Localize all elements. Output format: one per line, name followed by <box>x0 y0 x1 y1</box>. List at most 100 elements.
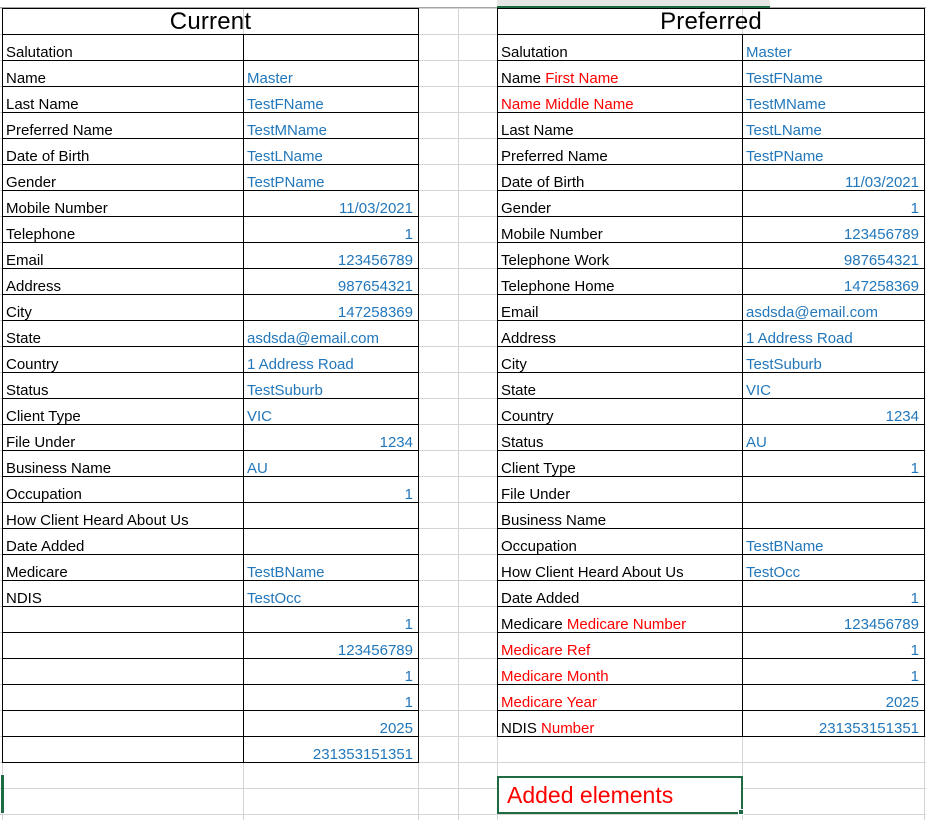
field-value-cell[interactable] <box>243 528 419 555</box>
added-elements-callout[interactable]: Added elements <box>497 776 743 814</box>
field-label-cell[interactable]: Business Name <box>497 502 743 529</box>
field-value-cell[interactable]: 1 <box>243 606 419 633</box>
field-label-cell[interactable] <box>2 606 244 633</box>
field-value-cell[interactable]: 147258369 <box>742 268 925 295</box>
field-label-cell[interactable]: Gender <box>2 164 244 191</box>
field-value-cell[interactable]: TestLName <box>243 138 419 165</box>
field-value-cell[interactable]: 123456789 <box>243 632 419 659</box>
field-label-cell[interactable]: Status <box>2 372 244 399</box>
field-label-cell[interactable]: Date Added <box>497 580 743 607</box>
field-label-cell[interactable]: File Under <box>497 476 743 503</box>
field-label-cell[interactable]: Medicare Year <box>497 684 743 711</box>
field-label-cell[interactable]: Name <box>2 60 244 87</box>
field-label-cell[interactable]: Client Type <box>497 450 743 477</box>
field-value-cell[interactable]: TestLName <box>742 112 925 139</box>
field-value-cell[interactable]: 1 <box>243 216 419 243</box>
field-value-cell[interactable] <box>243 502 419 529</box>
field-label-cell[interactable]: City <box>497 346 743 373</box>
field-label-cell[interactable]: Telephone Home <box>497 268 743 295</box>
field-label-cell[interactable]: Telephone <box>2 216 244 243</box>
field-value-cell[interactable]: AU <box>243 450 419 477</box>
field-label-cell[interactable]: How Client Heard About Us <box>2 502 244 529</box>
field-value-cell[interactable]: VIC <box>742 372 925 399</box>
field-label-cell[interactable]: Country <box>2 346 244 373</box>
field-value-cell[interactable]: TestMName <box>243 112 419 139</box>
field-value-cell[interactable]: TestMName <box>742 86 925 113</box>
field-value-cell[interactable]: TestPName <box>243 164 419 191</box>
field-value-cell[interactable]: 1 <box>243 684 419 711</box>
field-value-cell[interactable]: 1234 <box>742 398 925 425</box>
field-value-cell[interactable]: TestSuburb <box>243 372 419 399</box>
field-label-cell[interactable]: Occupation <box>497 528 743 555</box>
field-label-cell[interactable]: Name Middle Name <box>497 86 743 113</box>
field-value-cell[interactable]: 147258369 <box>243 294 419 321</box>
field-label-cell[interactable]: Address <box>2 268 244 295</box>
field-label-cell[interactable]: Preferred Name <box>2 112 244 139</box>
field-label-cell[interactable]: Mobile Number <box>497 216 743 243</box>
field-value-cell[interactable]: TestOcc <box>742 554 925 581</box>
field-value-cell[interactable]: 2025 <box>742 684 925 711</box>
field-label-cell[interactable]: Name First Name <box>497 60 743 87</box>
field-value-cell[interactable]: 1 <box>742 450 925 477</box>
field-label-cell[interactable] <box>2 658 244 685</box>
field-value-cell[interactable]: TestOcc <box>243 580 419 607</box>
field-label-cell[interactable]: City <box>2 294 244 321</box>
field-value-cell[interactable]: 231353151351 <box>243 736 419 763</box>
field-value-cell[interactable]: 1 <box>742 632 925 659</box>
field-label-cell[interactable]: Date of Birth <box>2 138 244 165</box>
field-value-cell[interactable]: 2025 <box>243 710 419 737</box>
field-value-cell[interactable]: asdsda@email.com <box>243 320 419 347</box>
field-value-cell[interactable]: TestBName <box>742 528 925 555</box>
field-value-cell[interactable]: 1 Address Road <box>243 346 419 373</box>
field-label-cell[interactable]: Country <box>497 398 743 425</box>
field-label-cell[interactable] <box>2 632 244 659</box>
field-label-cell[interactable]: Salutation <box>497 34 743 61</box>
field-label-cell[interactable] <box>2 710 244 737</box>
field-label-cell[interactable]: Occupation <box>2 476 244 503</box>
field-value-cell[interactable] <box>243 34 419 61</box>
field-value-cell[interactable]: 231353151351 <box>742 710 925 737</box>
field-label-cell[interactable]: Medicare Ref <box>497 632 743 659</box>
field-label-cell[interactable]: Client Type <box>2 398 244 425</box>
field-label-cell[interactable]: Business Name <box>2 450 244 477</box>
field-label-cell[interactable]: Preferred Name <box>497 138 743 165</box>
field-label-cell[interactable]: State <box>497 372 743 399</box>
field-label-cell[interactable] <box>2 736 244 763</box>
field-label-cell[interactable]: Last Name <box>497 112 743 139</box>
field-value-cell[interactable]: TestFName <box>243 86 419 113</box>
field-value-cell[interactable] <box>742 502 925 529</box>
field-value-cell[interactable]: 1 <box>243 476 419 503</box>
field-label-cell[interactable]: Mobile Number <box>2 190 244 217</box>
field-value-cell[interactable]: 123456789 <box>742 606 925 633</box>
field-value-cell[interactable]: 123456789 <box>243 242 419 269</box>
field-label-cell[interactable]: Gender <box>497 190 743 217</box>
selection-fill-handle[interactable] <box>738 809 744 815</box>
field-label-cell[interactable]: Medicare Month <box>497 658 743 685</box>
field-value-cell[interactable]: 1 Address Road <box>742 320 925 347</box>
field-value-cell[interactable]: 1 <box>243 658 419 685</box>
field-label-cell[interactable]: Address <box>497 320 743 347</box>
field-label-cell[interactable]: Last Name <box>2 86 244 113</box>
field-label-cell[interactable]: Email <box>2 242 244 269</box>
field-value-cell[interactable]: AU <box>742 424 925 451</box>
field-value-cell[interactable]: Master <box>243 60 419 87</box>
field-label-cell[interactable]: Email <box>497 294 743 321</box>
field-value-cell[interactable]: 11/03/2021 <box>243 190 419 217</box>
field-value-cell[interactable]: Master <box>742 34 925 61</box>
field-label-cell[interactable]: Medicare Medicare Number <box>497 606 743 633</box>
field-value-cell[interactable]: TestSuburb <box>742 346 925 373</box>
field-value-cell[interactable] <box>742 476 925 503</box>
field-label-cell[interactable]: Telephone Work <box>497 242 743 269</box>
column-header-selected-range[interactable] <box>497 0 770 8</box>
field-value-cell[interactable]: 1 <box>742 190 925 217</box>
field-label-cell[interactable]: Status <box>497 424 743 451</box>
field-value-cell[interactable]: 1 <box>742 580 925 607</box>
field-value-cell[interactable]: 1 <box>742 658 925 685</box>
field-label-cell[interactable]: State <box>2 320 244 347</box>
field-label-cell[interactable]: NDIS Number <box>497 710 743 737</box>
field-value-cell[interactable]: TestFName <box>742 60 925 87</box>
field-label-cell[interactable]: Medicare <box>2 554 244 581</box>
field-label-cell[interactable]: File Under <box>2 424 244 451</box>
field-label-cell[interactable]: Date Added <box>2 528 244 555</box>
field-value-cell[interactable]: asdsda@email.com <box>742 294 925 321</box>
